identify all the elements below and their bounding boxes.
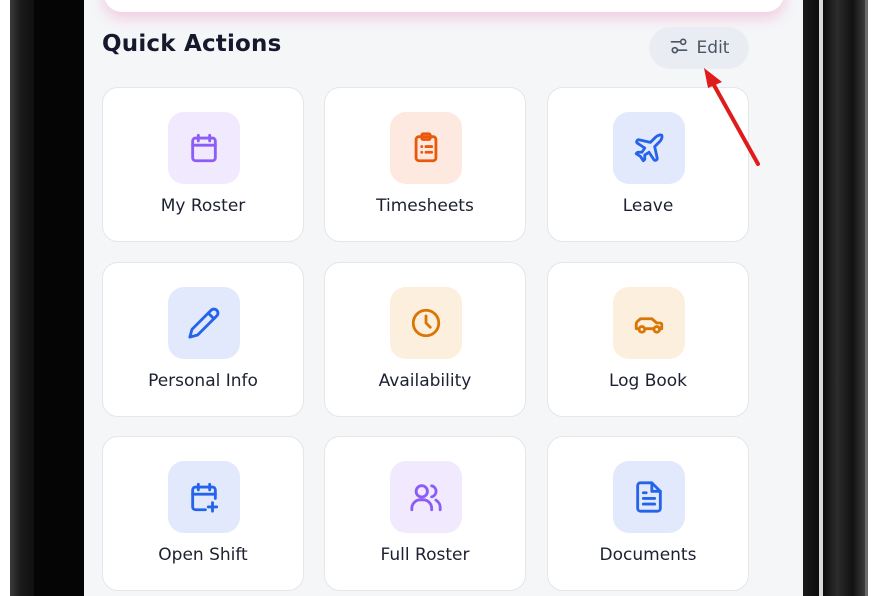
action-label: Personal Info bbox=[148, 371, 258, 391]
action-full-roster[interactable]: Full Roster bbox=[324, 436, 526, 591]
phone-frame-left bbox=[0, 0, 84, 596]
phone-frame-inner bbox=[34, 0, 84, 596]
action-label: Open Shift bbox=[158, 545, 248, 565]
calendar-icon bbox=[168, 112, 240, 184]
clock-icon bbox=[390, 287, 462, 359]
pencil-icon bbox=[168, 287, 240, 359]
app-screen: Quick Actions Edit My Roster Timesheets … bbox=[84, 0, 803, 596]
document-icon bbox=[613, 461, 685, 533]
edit-label: Edit bbox=[696, 38, 730, 58]
action-personal-info[interactable]: Personal Info bbox=[102, 262, 304, 417]
plane-icon bbox=[613, 112, 685, 184]
action-label: Full Roster bbox=[380, 545, 470, 565]
phone-frame-right bbox=[803, 0, 876, 596]
annotation-arrow bbox=[704, 68, 760, 166]
action-label: My Roster bbox=[160, 196, 246, 216]
phone-frame-outline bbox=[865, 0, 868, 596]
action-open-shift[interactable]: Open Shift bbox=[102, 436, 304, 591]
calendar-plus-icon bbox=[168, 461, 240, 533]
action-availability[interactable]: Availability bbox=[324, 262, 526, 417]
action-log-book[interactable]: Log Book bbox=[547, 262, 749, 417]
action-label: Timesheets bbox=[376, 196, 474, 216]
action-label: Documents bbox=[599, 545, 697, 565]
car-icon bbox=[613, 287, 685, 359]
action-label: Availability bbox=[378, 371, 472, 391]
phone-side-highlight bbox=[819, 0, 823, 596]
action-label: Log Book bbox=[608, 371, 688, 391]
sliders-icon bbox=[669, 36, 689, 61]
phone-frame-edge bbox=[803, 0, 865, 596]
action-my-roster[interactable]: My Roster bbox=[102, 87, 304, 242]
action-timesheets[interactable]: Timesheets bbox=[324, 87, 526, 242]
users-icon bbox=[390, 461, 462, 533]
action-documents[interactable]: Documents bbox=[547, 436, 749, 591]
edit-button[interactable]: Edit bbox=[649, 27, 749, 69]
action-label: Leave bbox=[622, 196, 674, 216]
clipboard-list-icon bbox=[390, 112, 462, 184]
banner-card bbox=[104, 0, 784, 12]
section-title: Quick Actions bbox=[102, 31, 282, 57]
